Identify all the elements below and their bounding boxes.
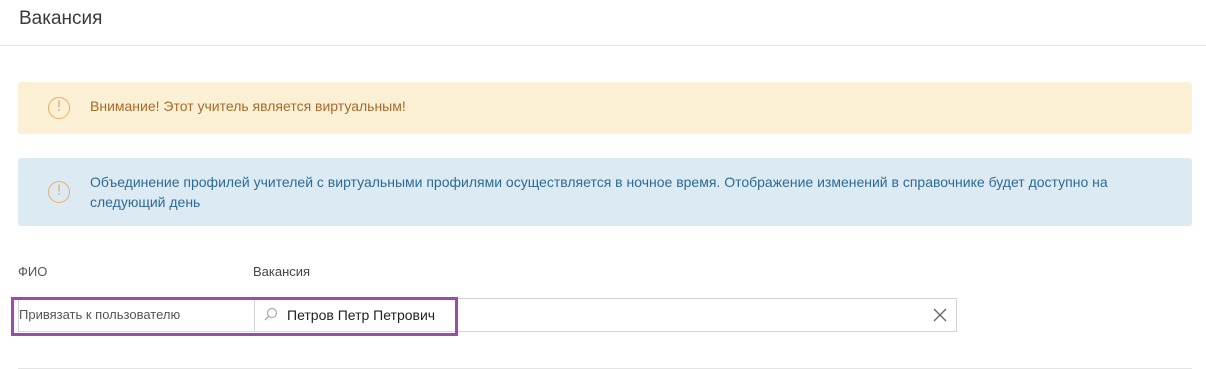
merge-info-alert: ! Объединение профилей учителей с виртуа…	[18, 158, 1192, 226]
search-icon	[264, 307, 278, 321]
bind-user-row: Привязать к пользователю	[18, 298, 957, 332]
close-icon[interactable]	[932, 307, 948, 323]
info-text: Объединение профилей учителей с виртуаль…	[90, 174, 1108, 210]
page-title: Вакансия	[19, 8, 103, 29]
bind-user-label: Привязать к пользователю	[19, 299, 255, 331]
bind-user-field[interactable]	[255, 299, 956, 331]
page-header: Вакансия	[0, 0, 1206, 46]
exclamation-circle-icon: !	[48, 181, 70, 203]
exclamation-circle-icon: !	[48, 97, 70, 119]
fio-value: Вакансия	[253, 264, 311, 279]
fio-label: ФИО	[18, 264, 48, 279]
bind-user-input[interactable]	[287, 299, 887, 331]
virtual-teacher-warning: ! Внимание! Этот учитель является виртуа…	[18, 82, 1192, 134]
warning-text: Внимание! Этот учитель является виртуаль…	[90, 98, 406, 114]
